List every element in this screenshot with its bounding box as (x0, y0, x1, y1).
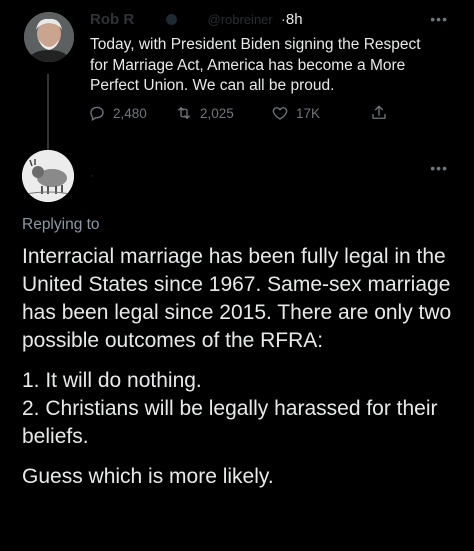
reply-count: 2,480 (113, 105, 147, 121)
tweet-text: Today, with President Biden signing the … (90, 36, 421, 94)
reply-paragraph: 2. Christians will be legally harassed f… (22, 397, 438, 448)
share-icon (372, 105, 386, 119)
author-avatar[interactable] (24, 12, 74, 62)
retweet-count: 2,025 (200, 105, 234, 121)
verified-badge-icon (166, 14, 178, 25)
avatar-photo-icon (24, 12, 74, 62)
author-name[interactable]: Rob R (90, 11, 134, 28)
retweet-icon (178, 107, 190, 119)
reply-text: Interracial marriage has been fully lega… (22, 243, 462, 503)
replying-to-label: Replying to (22, 216, 100, 233)
reply-paragraph: Guess which is more likely. (22, 465, 274, 488)
reply-paragraph: Interracial marriage has been fully lega… (22, 245, 452, 352)
reply-button[interactable]: 2,480 (88, 104, 147, 122)
thread-line (47, 74, 49, 150)
tweet-header: Rob R @robreiner ·8h (90, 11, 460, 31)
reply-paragraph: 1. It will do nothing. (22, 369, 202, 392)
share-button[interactable] (370, 104, 388, 122)
reply-icon (90, 106, 104, 121)
reply-author-name[interactable]: · (90, 168, 100, 182)
like-button[interactable]: 17K (271, 104, 320, 122)
like-count: 17K (296, 105, 321, 121)
tweet-time[interactable]: 8h (286, 11, 303, 28)
tweet-actions: 2,480 2,025 17K (88, 104, 408, 126)
reply-more-options-icon[interactable]: ••• (430, 160, 448, 176)
reply-author-avatar[interactable] (22, 150, 74, 202)
author-handle[interactable]: @robreiner (208, 12, 273, 27)
heart-icon (272, 107, 288, 120)
retweet-button[interactable]: 2,025 (175, 104, 234, 122)
more-options-icon[interactable]: ••• (430, 11, 448, 27)
avatar-drawing-icon (22, 150, 74, 202)
